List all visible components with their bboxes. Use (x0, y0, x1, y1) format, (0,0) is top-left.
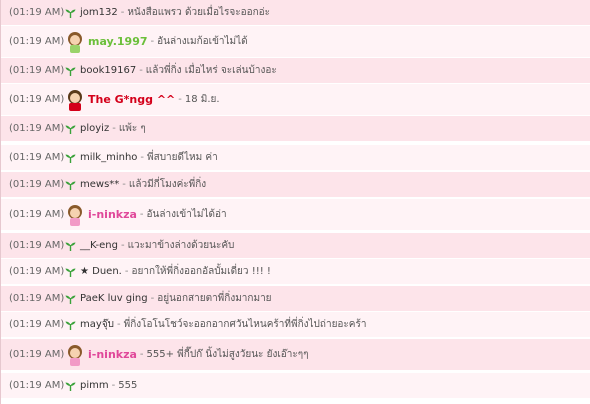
chat-message: (01:19 AM) i-ninkza - อันล่างเข้าไม่ได้อ… (1, 199, 590, 231)
chat-message: (01:19 AM) milk_minho - พี่สบายดีไหม ค่า (1, 145, 590, 171)
message-text: อยู่นอกสายตาพี่กิ่งมากมาย (157, 293, 272, 304)
separator: - (112, 123, 116, 134)
sprout-icon (65, 9, 76, 18)
separator: - (150, 36, 155, 47)
separator: - (124, 266, 129, 277)
separator: - (139, 209, 144, 220)
message-text: แล้วมีกี่โมงค่ะพี่กิ่ง (128, 179, 207, 190)
separator: - (111, 380, 116, 391)
username-link[interactable]: __K-eng (80, 240, 118, 251)
message-text: พี่กิ่งโอโนโชว์จะออกอากศวันไหนคร้าที่พี่… (123, 319, 367, 330)
timestamp: (01:19 AM) (9, 380, 65, 391)
chat-message: (01:19 AM) may.1997 - อันล่างเมก้อเข้าไม… (1, 26, 590, 58)
separator: - (150, 293, 155, 304)
message-text: อยากให้พี่กิ่งออกอัลบั้มเดี่ยว !!! ! (131, 266, 271, 277)
username-link[interactable]: mews** (80, 179, 119, 190)
username-link[interactable]: mayจุ๊บ (80, 317, 114, 332)
username-link[interactable]: may.1997 (88, 35, 148, 48)
chat-message: (01:19 AM) pimm - 555 (1, 373, 590, 399)
timestamp: (01:19 AM) (9, 209, 65, 220)
separator: - (139, 349, 144, 360)
sprout-icon (65, 295, 76, 304)
chat-message: (01:19 AM) i-ninkza - 555+ พี่กี๊ปก๊ นิ้… (1, 339, 590, 371)
girl-avatar-icon[interactable] (65, 343, 85, 367)
timestamp: (01:19 AM) (9, 94, 65, 105)
sprout-icon (65, 268, 76, 277)
chat-log: (01:19 AM) jom132 - หนังสือแพรว ด้วยเมื่… (0, 0, 590, 404)
timestamp: (01:19 AM) (9, 319, 65, 330)
sprout-icon (65, 154, 76, 163)
girl-avatar-icon[interactable] (65, 203, 85, 227)
username-link[interactable]: milk_minho (80, 152, 137, 163)
separator: - (122, 179, 126, 190)
timestamp: (01:19 AM) (9, 7, 65, 18)
username-link[interactable]: ployiz (80, 123, 109, 134)
red-girl-avatar-icon[interactable] (65, 88, 85, 112)
chat-message: (01:19 AM) __K-eng - แวะมาข้างล่างด้วยนะ… (1, 233, 590, 259)
message-text: 555+ พี่กี๊ปก๊ นิ้งไม่สูงวัยนะ ยังเอ๊าะๆ… (146, 349, 309, 360)
message-text: อันล่างเมก้อเข้าไม่ได้ (157, 36, 248, 47)
username-link[interactable]: book19167 (80, 65, 136, 76)
chat-message: (01:19 AM) mayจุ๊บ - พี่กิ่งโอโนโชว์จะออ… (1, 312, 590, 338)
chat-message: (01:19 AM) The G*ngg ^^ - 18 มิ.ย. (1, 84, 590, 116)
message-text: 555 (118, 380, 138, 391)
separator: - (120, 240, 125, 251)
separator: - (139, 65, 143, 76)
username-link[interactable]: PaeK luv ging (80, 293, 148, 304)
sprout-icon (65, 125, 76, 134)
chat-message: (01:19 AM) book19167 - แล้วพี่กิ่ง เมื่อ… (1, 58, 590, 84)
separator: - (178, 94, 182, 105)
chat-message: (01:19 AM) PaeK luv ging - อยู่นอกสายตาพ… (1, 286, 590, 312)
timestamp: (01:19 AM) (9, 293, 65, 304)
sprout-icon (65, 67, 76, 76)
girl-avatar-icon[interactable] (65, 30, 85, 54)
message-text: หนังสือแพรว ด้วยเมื่อไรจะออกอ่ะ (127, 7, 271, 18)
chat-message: (01:19 AM) ployiz - แพ้ะ ๆ (1, 116, 590, 142)
username-link[interactable]: i-ninkza (88, 348, 137, 361)
separator: - (117, 319, 121, 330)
timestamp: (01:19 AM) (9, 36, 65, 47)
username-link[interactable]: pimm (80, 380, 109, 391)
timestamp: (01:19 AM) (9, 349, 65, 360)
username-link[interactable]: ★ Duen. (80, 266, 122, 277)
timestamp: (01:19 AM) (9, 179, 65, 190)
sprout-icon (65, 321, 76, 330)
message-text: แวะมาข้างล่างด้วยนะคับ (127, 240, 235, 251)
timestamp: (01:19 AM) (9, 266, 65, 277)
sprout-icon (65, 181, 76, 190)
chat-message: (01:19 AM) jom132 - หนังสือแพรว ด้วยเมื่… (1, 0, 590, 26)
sprout-icon (65, 382, 76, 391)
timestamp: (01:19 AM) (9, 123, 65, 134)
username-link[interactable]: The G*ngg ^^ (88, 93, 175, 106)
separator: - (140, 152, 145, 163)
username-link[interactable]: jom132 (80, 7, 118, 18)
separator: - (120, 7, 125, 18)
timestamp: (01:19 AM) (9, 240, 65, 251)
message-text: อันล่างเข้าไม่ได้อ่า (146, 209, 227, 220)
timestamp: (01:19 AM) (9, 65, 65, 76)
username-link[interactable]: i-ninkza (88, 208, 137, 221)
sprout-icon (65, 242, 76, 251)
message-text: 18 มิ.ย. (184, 94, 220, 105)
message-text: แล้วพี่กิ่ง เมื่อไหร่ จะเล่นบ้างอะ (145, 65, 277, 76)
chat-message: (01:19 AM) ★ Duen. - อยากให้พี่กิ่งออกอั… (1, 259, 590, 285)
chat-message: (01:19 AM) mews** - แล้วมีกี่โมงค่ะพี่กิ… (1, 172, 590, 198)
message-text: แพ้ะ ๆ (118, 123, 146, 134)
timestamp: (01:19 AM) (9, 152, 65, 163)
message-text: พี่สบายดีไหม ค่า (147, 152, 218, 163)
